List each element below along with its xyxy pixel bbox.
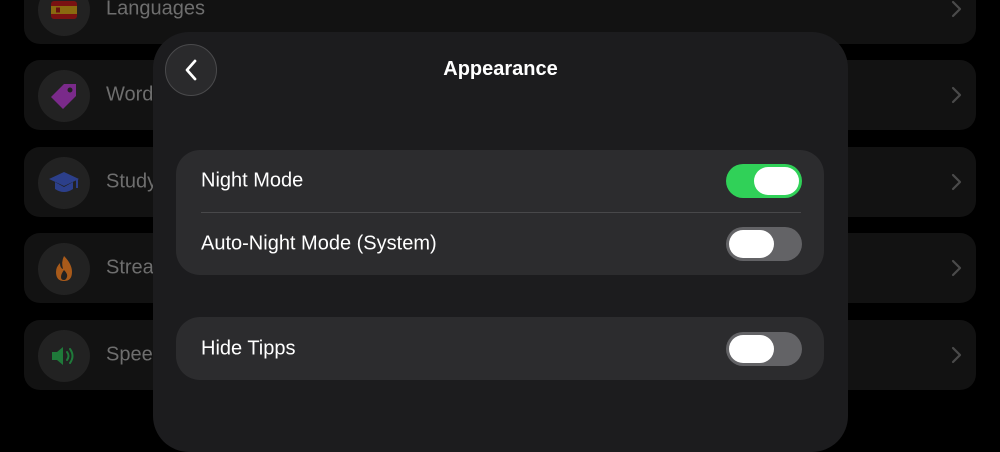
night-mode-row: Night Mode — [176, 150, 824, 212]
speaker-icon — [38, 330, 90, 382]
graduation-cap-icon — [38, 157, 90, 209]
auto-night-mode-toggle[interactable] — [726, 227, 802, 261]
toggle-knob — [729, 230, 774, 258]
page-title: Appearance — [443, 58, 558, 80]
hide-tips-label: Hide Tipps — [201, 337, 296, 359]
settings-row-label: Languages — [106, 0, 205, 20]
toggle-knob — [754, 167, 799, 195]
settings-row-label: Spee — [106, 343, 153, 366]
night-mode-label: Night Mode — [201, 169, 304, 192]
toggle-knob — [729, 334, 774, 363]
settings-row-label: Study — [106, 170, 158, 193]
hide-tips-toggle[interactable] — [726, 331, 802, 366]
tag-icon — [38, 70, 90, 122]
chevron-right-icon — [951, 173, 962, 191]
tips-group: Hide Tipps — [176, 317, 824, 380]
flame-icon — [38, 243, 90, 295]
chevron-right-icon — [951, 0, 962, 18]
chevron-right-icon — [951, 346, 962, 364]
settings-row-label: Word — [106, 83, 154, 106]
appearance-group: Night Mode Auto-Night Mode (System) — [176, 150, 824, 275]
night-mode-toggle[interactable] — [726, 164, 802, 198]
appearance-sheet: Appearance Night Mode Auto-Night Mode (S… — [153, 32, 848, 452]
chevron-right-icon — [951, 259, 962, 277]
hide-tips-row: Hide Tipps — [176, 317, 824, 380]
chevron-right-icon — [951, 86, 962, 104]
auto-night-mode-label: Auto-Night Mode (System) — [201, 232, 437, 255]
auto-night-mode-row: Auto-Night Mode (System) — [176, 213, 824, 275]
spain-flag-icon — [38, 0, 90, 36]
settings-row-label: Strea — [106, 256, 154, 279]
